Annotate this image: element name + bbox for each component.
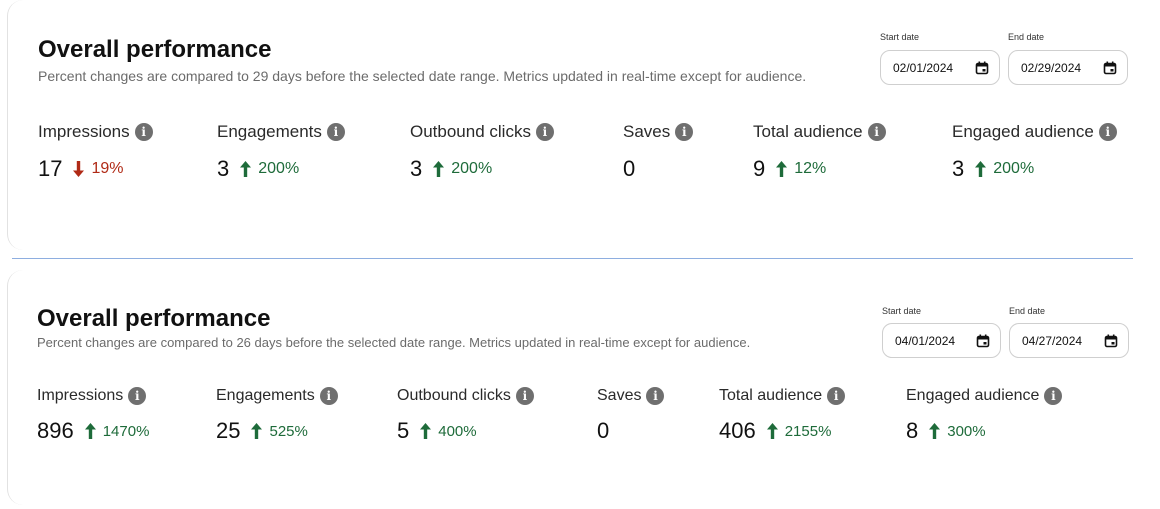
arrow-up-icon <box>975 161 987 177</box>
metric-value: 8 <box>906 418 919 443</box>
info-icon[interactable]: i <box>1098 123 1117 141</box>
metric-label: Saves <box>597 387 642 404</box>
metric-change: 300% <box>947 422 986 440</box>
calendar-icon[interactable] <box>1104 334 1118 348</box>
metric-label: Impressions <box>38 122 130 141</box>
metric-value: 9 <box>753 156 766 181</box>
info-icon[interactable]: i <box>827 387 846 405</box>
metric-impressions: Impressions i 17 19% <box>38 121 153 182</box>
metric-change: 19% <box>91 160 124 177</box>
metric-value: 3 <box>217 156 230 181</box>
end-date-input[interactable]: 04/27/2024 <box>1009 323 1129 358</box>
arrow-up-icon <box>84 423 96 439</box>
arrow-down-icon <box>73 161 85 177</box>
info-icon[interactable]: i <box>675 123 694 141</box>
arrow-up-icon <box>240 161 252 177</box>
metric-engagements: Engagements i 25 525% <box>216 385 338 444</box>
metric-saves: Saves i 0 <box>597 385 665 444</box>
metric-label: Engaged audience <box>952 122 1094 141</box>
panel-subtitle: Percent changes are compared to 26 days … <box>37 335 751 350</box>
metric-change: 400% <box>438 422 477 440</box>
info-icon[interactable]: i <box>535 123 554 141</box>
calendar-icon[interactable] <box>976 334 990 348</box>
info-icon[interactable]: i <box>646 387 665 405</box>
metric-label: Outbound clicks <box>397 387 511 404</box>
metric-engaged-audience: Engaged audience i 3 200% <box>952 121 1117 182</box>
section-divider <box>12 258 1133 259</box>
panel-title: Overall performance <box>38 36 272 63</box>
metric-change: 1470% <box>102 422 150 440</box>
metric-value: 25 <box>216 418 241 443</box>
arrow-up-icon <box>766 423 778 439</box>
metric-value: 0 <box>623 156 636 181</box>
metric-outbound-clicks: Outbound clicks i 5 400% <box>397 385 534 444</box>
metric-value: 406 <box>719 418 756 443</box>
start-date-input[interactable]: 02/01/2024 <box>880 50 1000 85</box>
info-icon[interactable]: i <box>515 387 534 405</box>
metric-label: Engaged audience <box>906 387 1040 404</box>
metric-value: 3 <box>952 156 965 181</box>
start-date-label: Start date <box>880 32 920 42</box>
start-date-value: 02/01/2024 <box>893 60 954 75</box>
metric-outbound-clicks: Outbound clicks i 3 200% <box>410 121 554 182</box>
metric-value: 5 <box>397 418 410 443</box>
info-icon[interactable]: i <box>1044 387 1063 405</box>
info-icon[interactable]: i <box>326 123 345 141</box>
metric-label: Impressions <box>37 387 124 404</box>
end-date-value: 02/29/2024 <box>1021 60 1082 75</box>
metric-change: 200% <box>451 160 493 177</box>
metric-value: 17 <box>38 156 63 181</box>
arrow-up-icon <box>420 423 432 439</box>
metric-label: Total audience <box>719 387 823 404</box>
metric-total-audience: Total audience i 406 2155% <box>719 385 846 444</box>
metric-label: Engagements <box>217 122 322 141</box>
metric-change: 200% <box>258 160 300 177</box>
info-icon[interactable]: i <box>134 123 153 141</box>
end-date-label: End date <box>1008 32 1045 42</box>
start-date-value: 04/01/2024 <box>895 333 956 348</box>
metric-saves: Saves i 0 <box>623 121 694 182</box>
metric-change: 525% <box>269 422 308 440</box>
metric-label: Outbound clicks <box>410 122 531 141</box>
calendar-icon[interactable] <box>975 61 989 75</box>
arrow-up-icon <box>776 161 788 177</box>
metric-value: 0 <box>597 418 610 443</box>
calendar-icon[interactable] <box>1103 61 1117 75</box>
info-icon[interactable]: i <box>867 123 886 141</box>
metric-change: 2155% <box>784 422 832 440</box>
metric-impressions: Impressions i 896 1470% <box>37 385 149 444</box>
end-date-input[interactable]: 02/29/2024 <box>1008 50 1128 85</box>
metric-value: 896 <box>37 418 74 443</box>
end-date-label: End date <box>1009 306 1046 316</box>
arrow-up-icon <box>929 423 941 439</box>
metric-change: 12% <box>794 160 827 177</box>
metric-label: Total audience <box>753 122 863 141</box>
start-date-input[interactable]: 04/01/2024 <box>882 323 1001 358</box>
metric-total-audience: Total audience i 9 12% <box>753 121 886 182</box>
metric-engaged-audience: Engaged audience i 8 300% <box>906 385 1063 444</box>
info-icon[interactable]: i <box>319 387 338 405</box>
panel-subtitle: Percent changes are compared to 29 days … <box>38 68 807 84</box>
arrow-up-icon <box>433 161 445 177</box>
metric-label: Saves <box>623 122 671 141</box>
end-date-value: 04/27/2024 <box>1022 333 1083 348</box>
info-icon[interactable]: i <box>128 387 147 405</box>
metric-label: Engagements <box>216 387 315 404</box>
arrow-up-icon <box>251 423 263 439</box>
start-date-label: Start date <box>882 306 922 316</box>
metric-engagements: Engagements i 3 200% <box>217 121 345 182</box>
metric-change: 200% <box>993 160 1035 177</box>
panel-title: Overall performance <box>37 305 271 332</box>
metric-value: 3 <box>410 156 423 181</box>
